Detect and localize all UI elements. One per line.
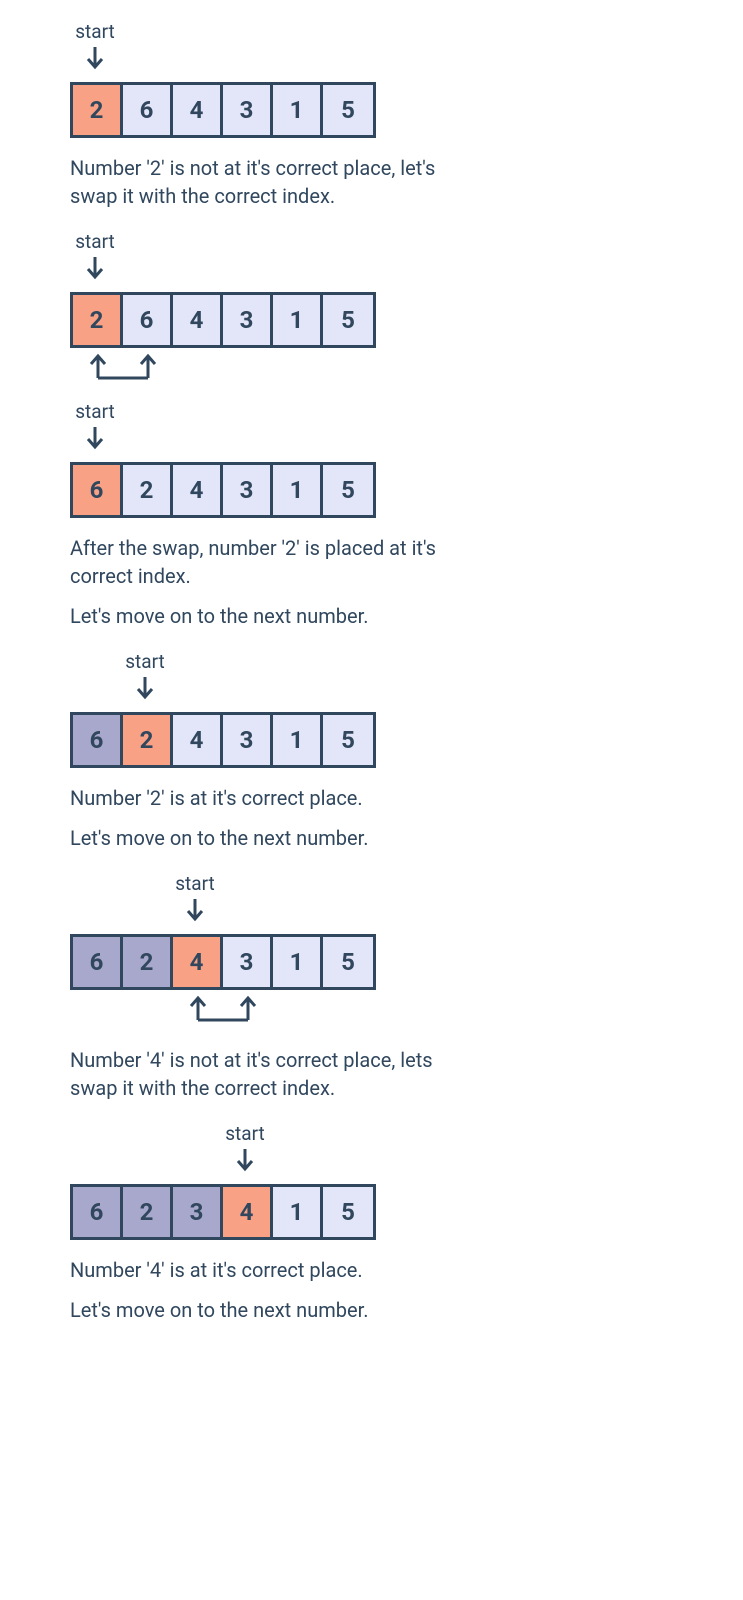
array-cell: 3 (223, 85, 273, 135)
array-cell: 5 (323, 85, 373, 135)
pointer-arrow-row (70, 425, 743, 458)
array-cell: 6 (73, 937, 123, 987)
pointer-arrow-row (70, 45, 743, 78)
array-cell: 4 (173, 295, 223, 345)
pointer-label: start (70, 20, 120, 43)
caption: Number '2' is at it's correct place. (70, 784, 450, 812)
array-cell: 1 (273, 1187, 323, 1237)
caption: Let's move on to the next number. (70, 602, 450, 630)
diagram-root: start 264315Number '2' is not at it's co… (70, 20, 743, 1324)
swap-connector-icon (70, 994, 743, 1030)
array: 264315 (70, 292, 376, 348)
step: start 624315 After the swap, number '2' i… (70, 400, 743, 630)
pointer-label: start (170, 872, 220, 895)
step: start 264315 (70, 230, 743, 388)
array-cell: 2 (123, 465, 173, 515)
caption: Number '2' is not at it's correct place,… (70, 154, 450, 210)
caption: After the swap, number '2' is placed at … (70, 534, 450, 590)
array: 624315 (70, 712, 376, 768)
array: 623415 (70, 1184, 376, 1240)
caption: Number '4' is not at it's correct place,… (70, 1046, 450, 1102)
array-cell: 4 (223, 1187, 273, 1237)
array-cell: 1 (273, 295, 323, 345)
array: 624315 (70, 462, 376, 518)
array-cell: 2 (123, 1187, 173, 1237)
array-cell: 1 (273, 465, 323, 515)
array-cell: 6 (123, 295, 173, 345)
swap-connector-icon (70, 352, 743, 388)
array-cell: 5 (323, 1187, 373, 1237)
array-cell: 1 (273, 85, 323, 135)
array-cell: 4 (173, 465, 223, 515)
pointer-label: start (120, 650, 170, 673)
array-cell: 3 (223, 715, 273, 765)
pointer-label: start (70, 400, 120, 423)
pointer-label-row: start (70, 650, 743, 673)
array-cell: 5 (323, 937, 373, 987)
pointer-label-row: start (70, 1122, 743, 1145)
array-cell: 1 (273, 715, 323, 765)
step: start 264315 Number '2' is not at it's co… (70, 20, 743, 210)
caption: Let's move on to the next number. (70, 824, 450, 852)
array-cell: 3 (173, 1187, 223, 1237)
array-cell: 5 (323, 715, 373, 765)
array-cell: 4 (173, 715, 223, 765)
pointer-label-row: start (70, 872, 743, 895)
pointer-label: start (220, 1122, 270, 1145)
step: start 624315 Number '2' is at it's correc… (70, 650, 743, 852)
array-cell: 6 (73, 1187, 123, 1237)
pointer-arrow-row (70, 675, 743, 708)
caption: Number '4' is at it's correct place. (70, 1256, 450, 1284)
down-arrow-icon (120, 675, 170, 708)
caption: Let's move on to the next number. (70, 1296, 450, 1324)
array-cell: 5 (323, 465, 373, 515)
array-cell: 2 (123, 937, 173, 987)
pointer-arrow-row (70, 255, 743, 288)
array-cell: 6 (73, 465, 123, 515)
array-cell: 6 (123, 85, 173, 135)
pointer-label: start (70, 230, 120, 253)
down-arrow-icon (70, 45, 120, 78)
down-arrow-icon (220, 1147, 270, 1180)
pointer-label-row: start (70, 20, 743, 43)
array-cell: 6 (73, 715, 123, 765)
pointer-label-row: start (70, 400, 743, 423)
array-cell: 2 (73, 295, 123, 345)
array-cell: 3 (223, 937, 273, 987)
pointer-arrow-row (70, 897, 743, 930)
array-cell: 2 (73, 85, 123, 135)
array: 624315 (70, 934, 376, 990)
array-cell: 3 (223, 465, 273, 515)
array: 264315 (70, 82, 376, 138)
array-cell: 3 (223, 295, 273, 345)
array-cell: 4 (173, 85, 223, 135)
down-arrow-icon (170, 897, 220, 930)
down-arrow-icon (70, 255, 120, 288)
step: start 624315 Number '4' is not at it's c… (70, 872, 743, 1102)
array-cell: 5 (323, 295, 373, 345)
pointer-arrow-row (70, 1147, 743, 1180)
down-arrow-icon (70, 425, 120, 458)
array-cell: 2 (123, 715, 173, 765)
array-cell: 4 (173, 937, 223, 987)
step: start 623415 Number '4' is at it's correc… (70, 1122, 743, 1324)
array-cell: 1 (273, 937, 323, 987)
pointer-label-row: start (70, 230, 743, 253)
